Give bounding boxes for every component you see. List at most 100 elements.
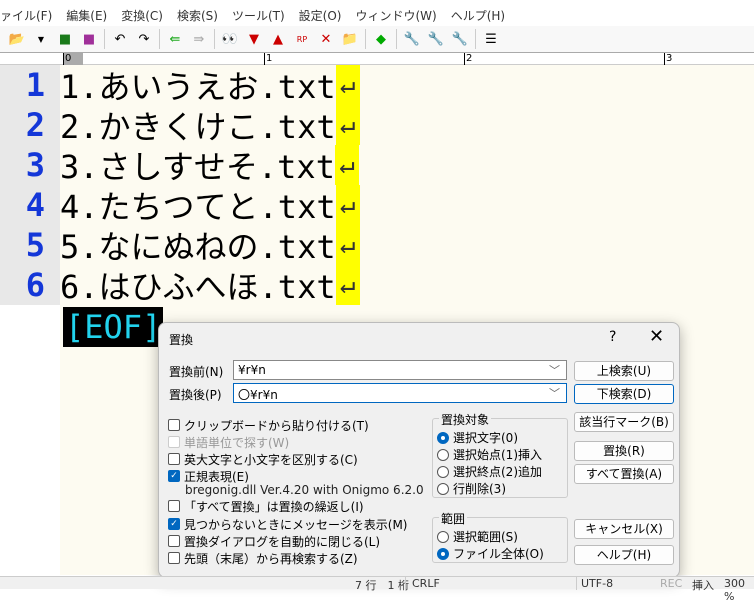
radio-icon[interactable] <box>437 547 449 560</box>
checkbox-icon[interactable] <box>168 436 180 448</box>
replace-label: 置換後(P) <box>169 388 222 402</box>
save-icon[interactable]: ■ <box>56 30 74 48</box>
ruler-mark: 3 <box>664 53 673 65</box>
radio-icon[interactable] <box>437 465 449 478</box>
target-radio[interactable]: 選択終点(2)追加 <box>437 463 542 480</box>
redo-icon[interactable]: ↷ <box>135 30 153 48</box>
line-text: 6.はひふへほ.txt <box>60 268 336 306</box>
radio-icon[interactable] <box>437 448 449 461</box>
outline-icon[interactable]: ◆ <box>372 30 390 48</box>
status-bar: 7 行 1 桁 CRLF UTF-8 REC 挿入 300 % <box>0 576 754 603</box>
forward-icon[interactable]: ⇛ <box>190 30 208 48</box>
line-number: 1 <box>25 66 45 104</box>
menu-item[interactable]: ウィンドウ(W) <box>355 7 436 24</box>
close-icon[interactable]: ✕ <box>649 326 664 347</box>
checkbox-checked-icon[interactable]: ✓ <box>168 518 180 530</box>
range-radio[interactable]: ファイル全体(O) <box>437 545 544 562</box>
target-label: 選択文字(0) <box>453 431 518 445</box>
return-icon: ↵ <box>335 265 360 305</box>
text-line[interactable]: 2.かきくけこ.txt ↵ <box>60 105 360 146</box>
help-button[interactable]: ヘルプ(H) <box>574 545 674 565</box>
cancel-button[interactable]: キャンセル(X) <box>574 519 674 539</box>
search-up-button[interactable]: 上検索(U) <box>574 361 674 381</box>
search-icon[interactable]: 👀 <box>221 30 239 48</box>
replace-button[interactable]: 置換(R) <box>574 441 674 461</box>
settings-icon[interactable]: 🔧 <box>403 30 421 48</box>
menu-item[interactable]: ァイル(F) <box>0 7 52 24</box>
target-radio[interactable]: 選択始点(1)挿入 <box>437 446 542 463</box>
search-down-button[interactable]: 下検索(D) <box>574 384 674 404</box>
list-icon[interactable]: ☰ <box>482 30 500 48</box>
encoding[interactable]: UTF-8 <box>576 577 613 590</box>
chevron-down-icon[interactable]: ﹀ <box>549 385 560 401</box>
type-settings-icon[interactable]: 🔧 <box>427 30 445 48</box>
text-line[interactable]: 1.あいうえお.txt ↵ <box>60 65 360 106</box>
help-icon[interactable]: ? <box>609 329 616 345</box>
line-ending[interactable]: CRLF <box>405 577 440 590</box>
clear-mark-icon[interactable]: ✕ <box>317 30 335 48</box>
text-line[interactable]: 5.なにぬねの.txt ↵ <box>60 225 360 266</box>
common-settings-icon[interactable]: 🔧 <box>451 30 469 48</box>
line-number: 5 <box>25 226 45 264</box>
checkbox-checked-icon[interactable]: ✓ <box>168 470 180 482</box>
target-label: 行削除(3) <box>453 482 506 496</box>
replace-icon[interactable]: RP <box>293 30 311 48</box>
replace-all-button[interactable]: すべて置換(A) <box>574 464 674 484</box>
option-checkbox[interactable]: 先頭（末尾）から再検索する(Z) <box>168 550 358 566</box>
mark-lines-button[interactable]: 該当行マーク(B) <box>574 412 674 432</box>
replace-value: 〇¥r¥n <box>238 388 278 402</box>
back-icon[interactable]: ⇚ <box>166 30 184 48</box>
menu-item[interactable]: 設定(O) <box>299 7 342 24</box>
option-checkbox[interactable]: 「すべて置換」は置換の繰返し(I) <box>168 498 364 514</box>
eof-marker: [EOF] <box>63 307 164 347</box>
dialog-title: 置換 <box>169 333 194 347</box>
return-icon: ↵ <box>335 225 360 265</box>
option-checkbox[interactable]: ✓ 正規表現(E) <box>168 468 249 484</box>
grep-icon[interactable]: 📁 <box>341 30 359 48</box>
target-radio[interactable]: 選択文字(0) <box>437 429 518 446</box>
search-down-icon[interactable]: ▼ <box>245 30 263 48</box>
menu-item[interactable]: ヘルプ(H) <box>451 7 505 24</box>
menu-item[interactable]: 編集(E) <box>66 7 107 24</box>
checkbox-icon[interactable] <box>168 552 180 564</box>
text-line[interactable]: 3.さしすせそ.txt ↵ <box>60 145 359 186</box>
checkbox-icon[interactable] <box>168 500 180 512</box>
line-number-gutter: 123456 <box>0 65 60 305</box>
search-up-icon[interactable]: ▲ <box>269 30 287 48</box>
radio-icon[interactable] <box>437 482 449 495</box>
range-radio[interactable]: 選択範囲(S) <box>437 528 518 545</box>
regex-library-info: bregonig.dll Ver.4.20 with Onigmo 6.2.0 <box>185 483 424 497</box>
option-checkbox[interactable]: 英大文字と小文字を区別する(C) <box>168 451 358 467</box>
option-checkbox[interactable]: クリップボードから貼り付ける(T) <box>168 417 369 433</box>
save-all-icon[interactable]: ■ <box>80 30 98 48</box>
menu-item[interactable]: 検索(S) <box>177 7 218 24</box>
radio-icon[interactable] <box>437 530 449 543</box>
find-input[interactable]: ¥r¥n ﹀ <box>233 360 567 380</box>
target-radio[interactable]: 行削除(3) <box>437 480 506 497</box>
checkbox-icon[interactable] <box>168 453 180 465</box>
checkbox-icon[interactable] <box>168 535 180 547</box>
target-group-label: 置換対象 <box>439 411 492 428</box>
text-line[interactable]: 4.たちつてと.txt ↵ <box>60 185 360 226</box>
dropdown-icon[interactable]: ▼ <box>32 30 50 48</box>
option-label: 単語単位で探す(W) <box>184 435 290 450</box>
undo-icon[interactable]: ↶ <box>111 30 129 48</box>
toolbar: 📂 ▼ ■ ■ ↶ ↷ ⇚ ⇛ 👀 ▼ ▲ RP ✕ 📁 ◆ 🔧 🔧 🔧 ☰ <box>0 26 754 52</box>
find-label: 置換前(N) <box>169 365 224 379</box>
open-folder-icon[interactable]: 📂 <box>8 30 26 48</box>
return-icon: ↵ <box>335 105 360 145</box>
text-line[interactable]: 6.はひふへほ.txt ↵ <box>60 265 360 306</box>
option-checkbox[interactable]: 置換ダイアログを自動的に閉じる(L) <box>168 533 380 549</box>
menu-item[interactable]: 変換(C) <box>121 7 163 24</box>
target-label: 選択始点(1)挿入 <box>453 448 542 462</box>
radio-icon[interactable] <box>437 431 449 444</box>
option-label: 置換ダイアログを自動的に閉じる(L) <box>184 534 381 549</box>
option-label: 見つからないときにメッセージを表示(M) <box>184 517 408 532</box>
option-checkbox[interactable]: ✓ 見つからないときにメッセージを表示(M) <box>168 516 407 532</box>
chevron-down-icon[interactable]: ﹀ <box>549 362 560 378</box>
menu-item[interactable]: ツール(T) <box>232 7 285 24</box>
ruler-mark: 2 <box>464 53 473 65</box>
return-icon: ↵ <box>335 65 360 105</box>
replace-input[interactable]: 〇¥r¥n ﹀ <box>233 383 567 403</box>
checkbox-icon[interactable] <box>168 419 180 431</box>
